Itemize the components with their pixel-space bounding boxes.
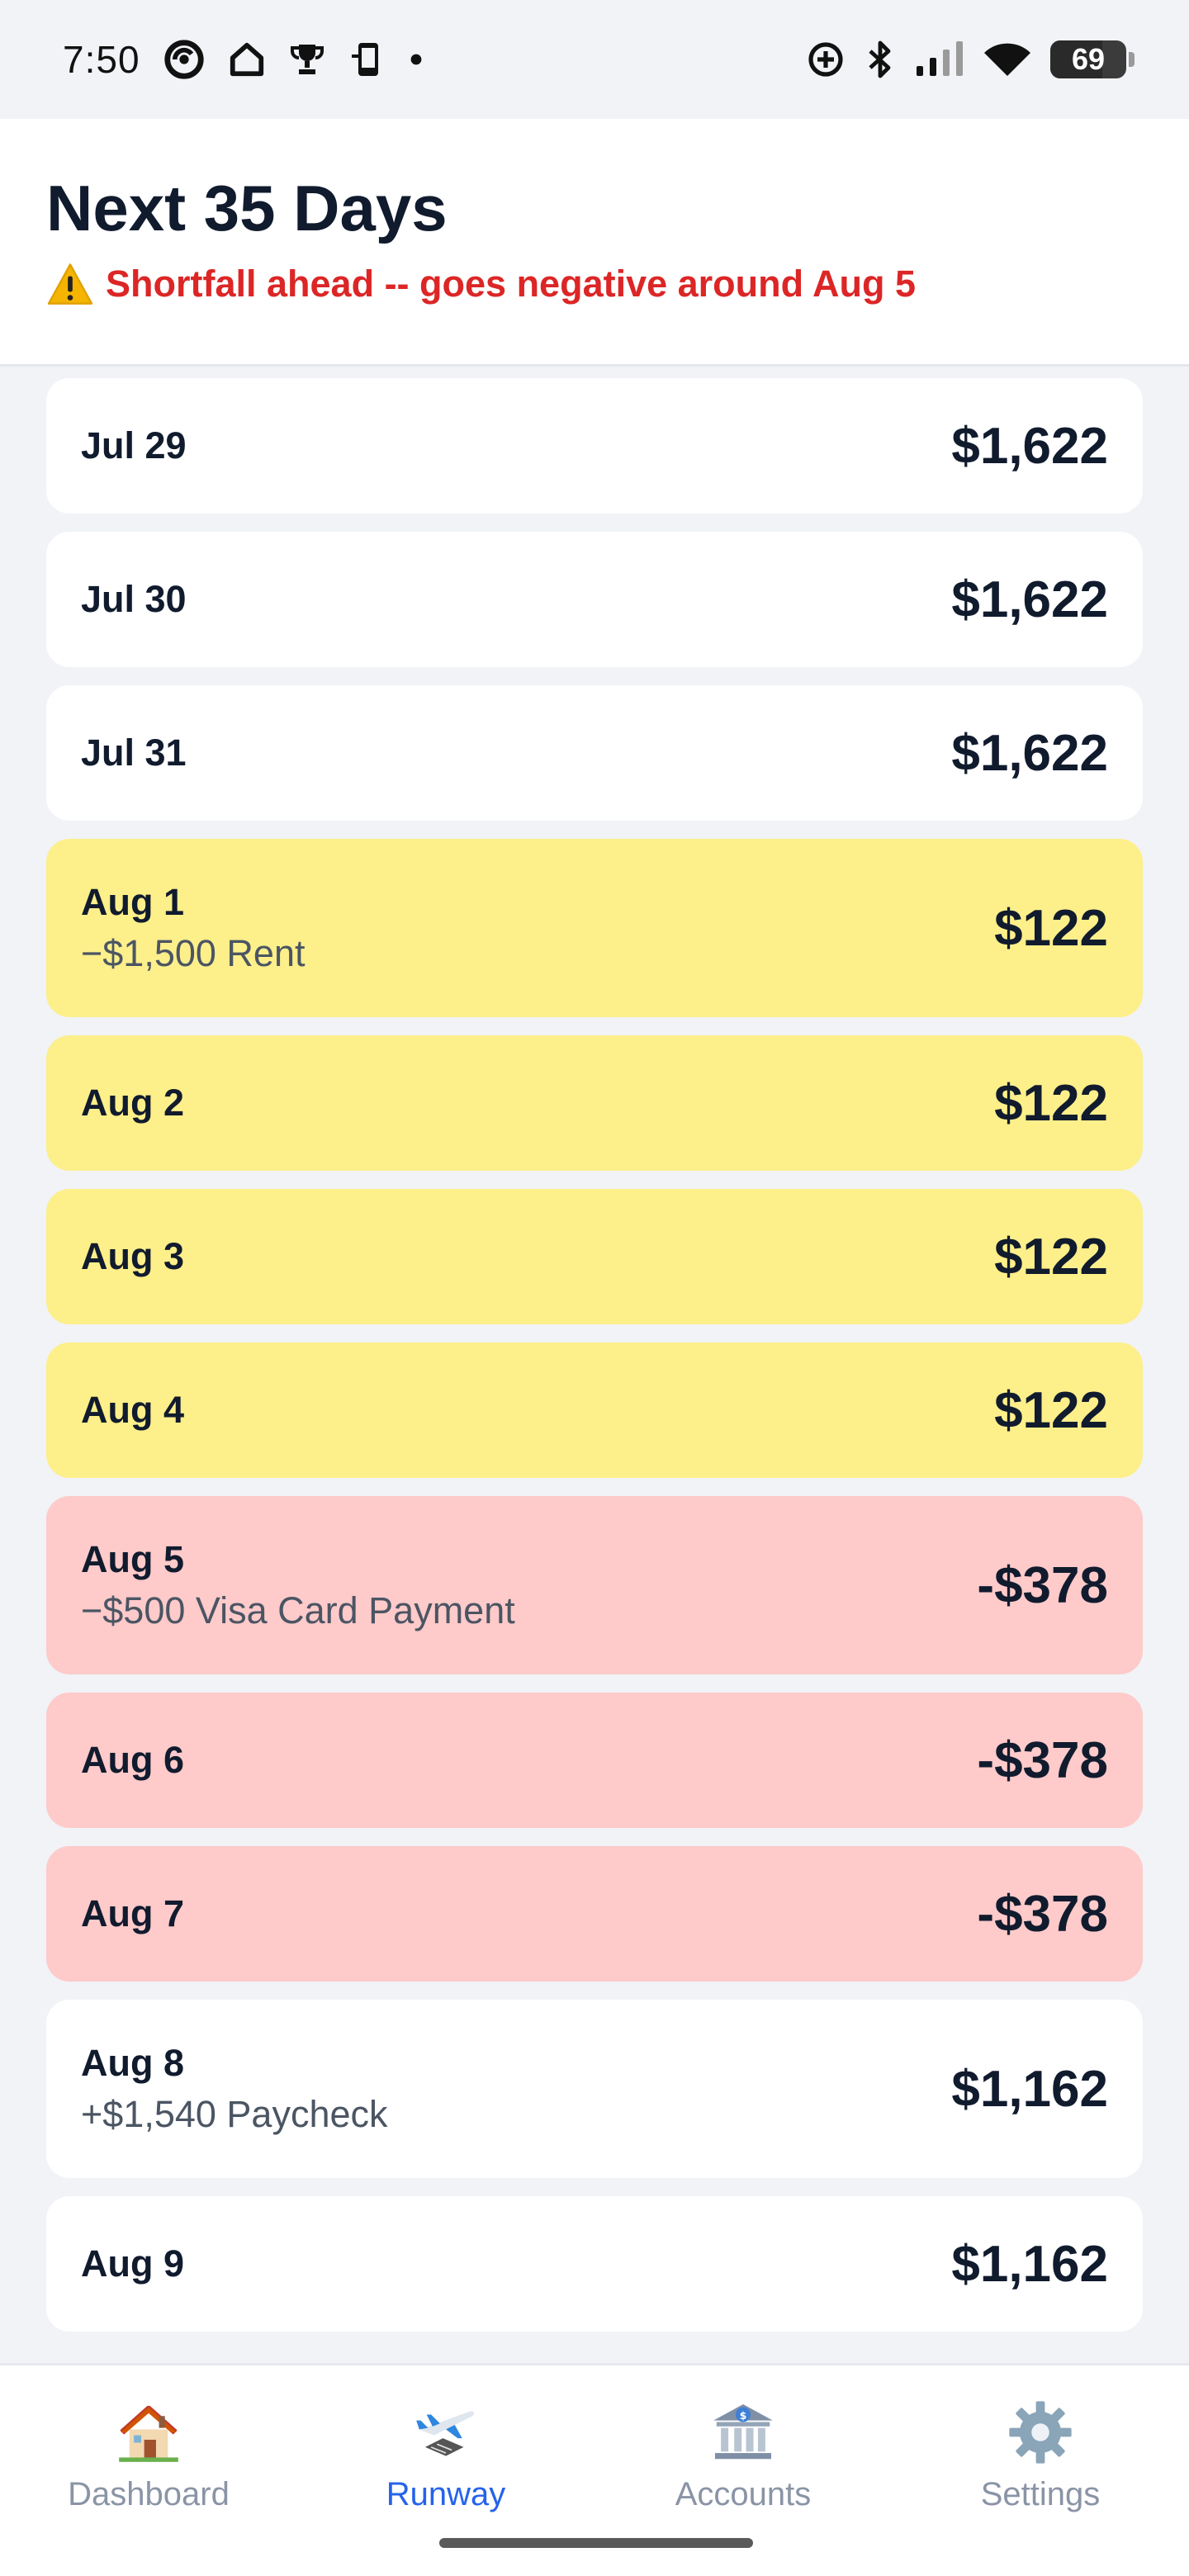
home-indicator[interactable] <box>439 2538 753 2548</box>
day-row[interactable]: Jul 30 $1,622 <box>46 532 1143 667</box>
day-info: Aug 7 <box>81 1892 184 1935</box>
day-row[interactable]: Jul 31 $1,622 <box>46 685 1143 821</box>
day-balance: -$378 <box>977 1885 1108 1943</box>
day-row[interactable]: Aug 1 −$1,500 Rent $122 <box>46 839 1143 1017</box>
shortfall-warning: Shortfall ahead -- goes negative around … <box>46 263 1143 305</box>
svg-text:$: $ <box>740 2409 747 2422</box>
phone-icon <box>351 43 378 76</box>
day-info: Jul 31 <box>81 732 187 774</box>
day-date: Jul 30 <box>81 578 187 620</box>
nav-settings[interactable]: Settings <box>892 2365 1189 2576</box>
day-transaction-note: +$1,540 Paycheck <box>81 2093 388 2135</box>
page-title: Next 35 Days <box>46 172 448 244</box>
day-info: Aug 4 <box>81 1389 184 1432</box>
warning-icon <box>47 263 93 305</box>
day-row[interactable]: Aug 3 $122 <box>46 1189 1143 1324</box>
day-balance: $122 <box>994 899 1108 957</box>
day-date: Jul 29 <box>81 424 187 466</box>
home-outline-icon <box>230 42 263 77</box>
nav-dashboard[interactable]: Dashboard <box>0 2365 297 2576</box>
day-info: Jul 30 <box>81 578 187 621</box>
day-date: Aug 1 <box>81 881 185 923</box>
day-balance: $1,622 <box>951 724 1108 782</box>
battery-icon: 69 <box>1050 40 1135 78</box>
page-header: Next 35 Days Shortfall ahead -- goes neg… <box>0 119 1189 367</box>
status-time: 7:50 <box>63 38 140 81</box>
status-right-icons: 69 <box>806 40 1135 79</box>
day-row[interactable]: Jul 29 $1,622 <box>46 378 1143 514</box>
day-date: Aug 9 <box>81 2242 185 2285</box>
day-balance: $1,162 <box>951 2060 1108 2118</box>
day-row[interactable]: Aug 6 -$378 <box>46 1693 1143 1828</box>
dot-icon <box>410 54 421 65</box>
day-balance: -$378 <box>977 1556 1108 1614</box>
day-date: Aug 6 <box>81 1739 185 1781</box>
day-balance: $122 <box>994 1074 1108 1132</box>
day-row[interactable]: Aug 8 +$1,540 Paycheck $1,162 <box>46 2000 1143 2178</box>
day-row[interactable]: Aug 4 $122 <box>46 1342 1143 1478</box>
day-row[interactable]: Aug 9 $1,162 <box>46 2196 1143 2332</box>
day-balance: -$378 <box>977 1731 1108 1789</box>
day-balance: $1,622 <box>951 417 1108 475</box>
day-transaction-note: −$1,500 Rent <box>81 932 306 974</box>
runway-day-list: Jul 29 $1,622 Jul 30 $1,622 Jul 31 $1,622 Aug … <box>46 378 1143 2350</box>
day-date: Aug 8 <box>81 2042 185 2084</box>
wifi-icon <box>984 43 1030 76</box>
day-balance: $122 <box>994 1381 1108 1439</box>
status-bar: 7:50 69 <box>0 0 1189 119</box>
day-date: Aug 2 <box>81 1082 185 1124</box>
day-info: Aug 3 <box>81 1235 184 1278</box>
airplane-icon <box>416 2411 475 2456</box>
day-info: Jul 29 <box>81 424 187 467</box>
day-date: Jul 31 <box>81 732 187 774</box>
day-info: Aug 6 <box>81 1739 184 1782</box>
signal-icon <box>917 41 963 76</box>
day-info: Aug 9 <box>81 2242 184 2285</box>
day-balance: $122 <box>994 1228 1108 1286</box>
sync-icon <box>163 40 204 79</box>
day-row[interactable]: Aug 7 -$378 <box>46 1846 1143 1982</box>
day-balance: $1,622 <box>951 571 1108 628</box>
nav-label: Dashboard <box>68 2476 230 2512</box>
trophy-icon <box>290 45 324 74</box>
day-balance: $1,162 <box>951 2235 1108 2293</box>
day-info: Aug 2 <box>81 1082 184 1125</box>
day-info: Aug 8 +$1,540 Paycheck <box>81 2042 388 2136</box>
warning-text: Shortfall ahead -- goes negative around … <box>106 262 916 305</box>
nav-label: Settings <box>980 2476 1101 2512</box>
day-date: Aug 7 <box>81 1892 185 1934</box>
gear-icon <box>1009 2401 1072 2464</box>
day-date: Aug 4 <box>81 1389 185 1431</box>
nav-label: Runway <box>386 2476 506 2512</box>
day-transaction-note: −$500 Visa Card Payment <box>81 1589 515 1631</box>
day-date: Aug 5 <box>81 1538 185 1580</box>
bank-icon: $ <box>713 2403 773 2460</box>
status-left-icons <box>162 37 423 82</box>
data-saver-icon <box>808 42 843 77</box>
day-date: Aug 3 <box>81 1235 185 1277</box>
day-row[interactable]: Aug 5 −$500 Visa Card Payment -$378 <box>46 1496 1143 1674</box>
day-row[interactable]: Aug 2 $122 <box>46 1035 1143 1171</box>
nav-label: Accounts <box>675 2476 812 2512</box>
battery-percent: 69 <box>1071 42 1106 76</box>
day-info: Aug 5 −$500 Visa Card Payment <box>81 1538 515 1632</box>
house-icon <box>119 2405 178 2462</box>
bluetooth-icon <box>869 40 891 78</box>
day-info: Aug 1 −$1,500 Rent <box>81 881 305 975</box>
